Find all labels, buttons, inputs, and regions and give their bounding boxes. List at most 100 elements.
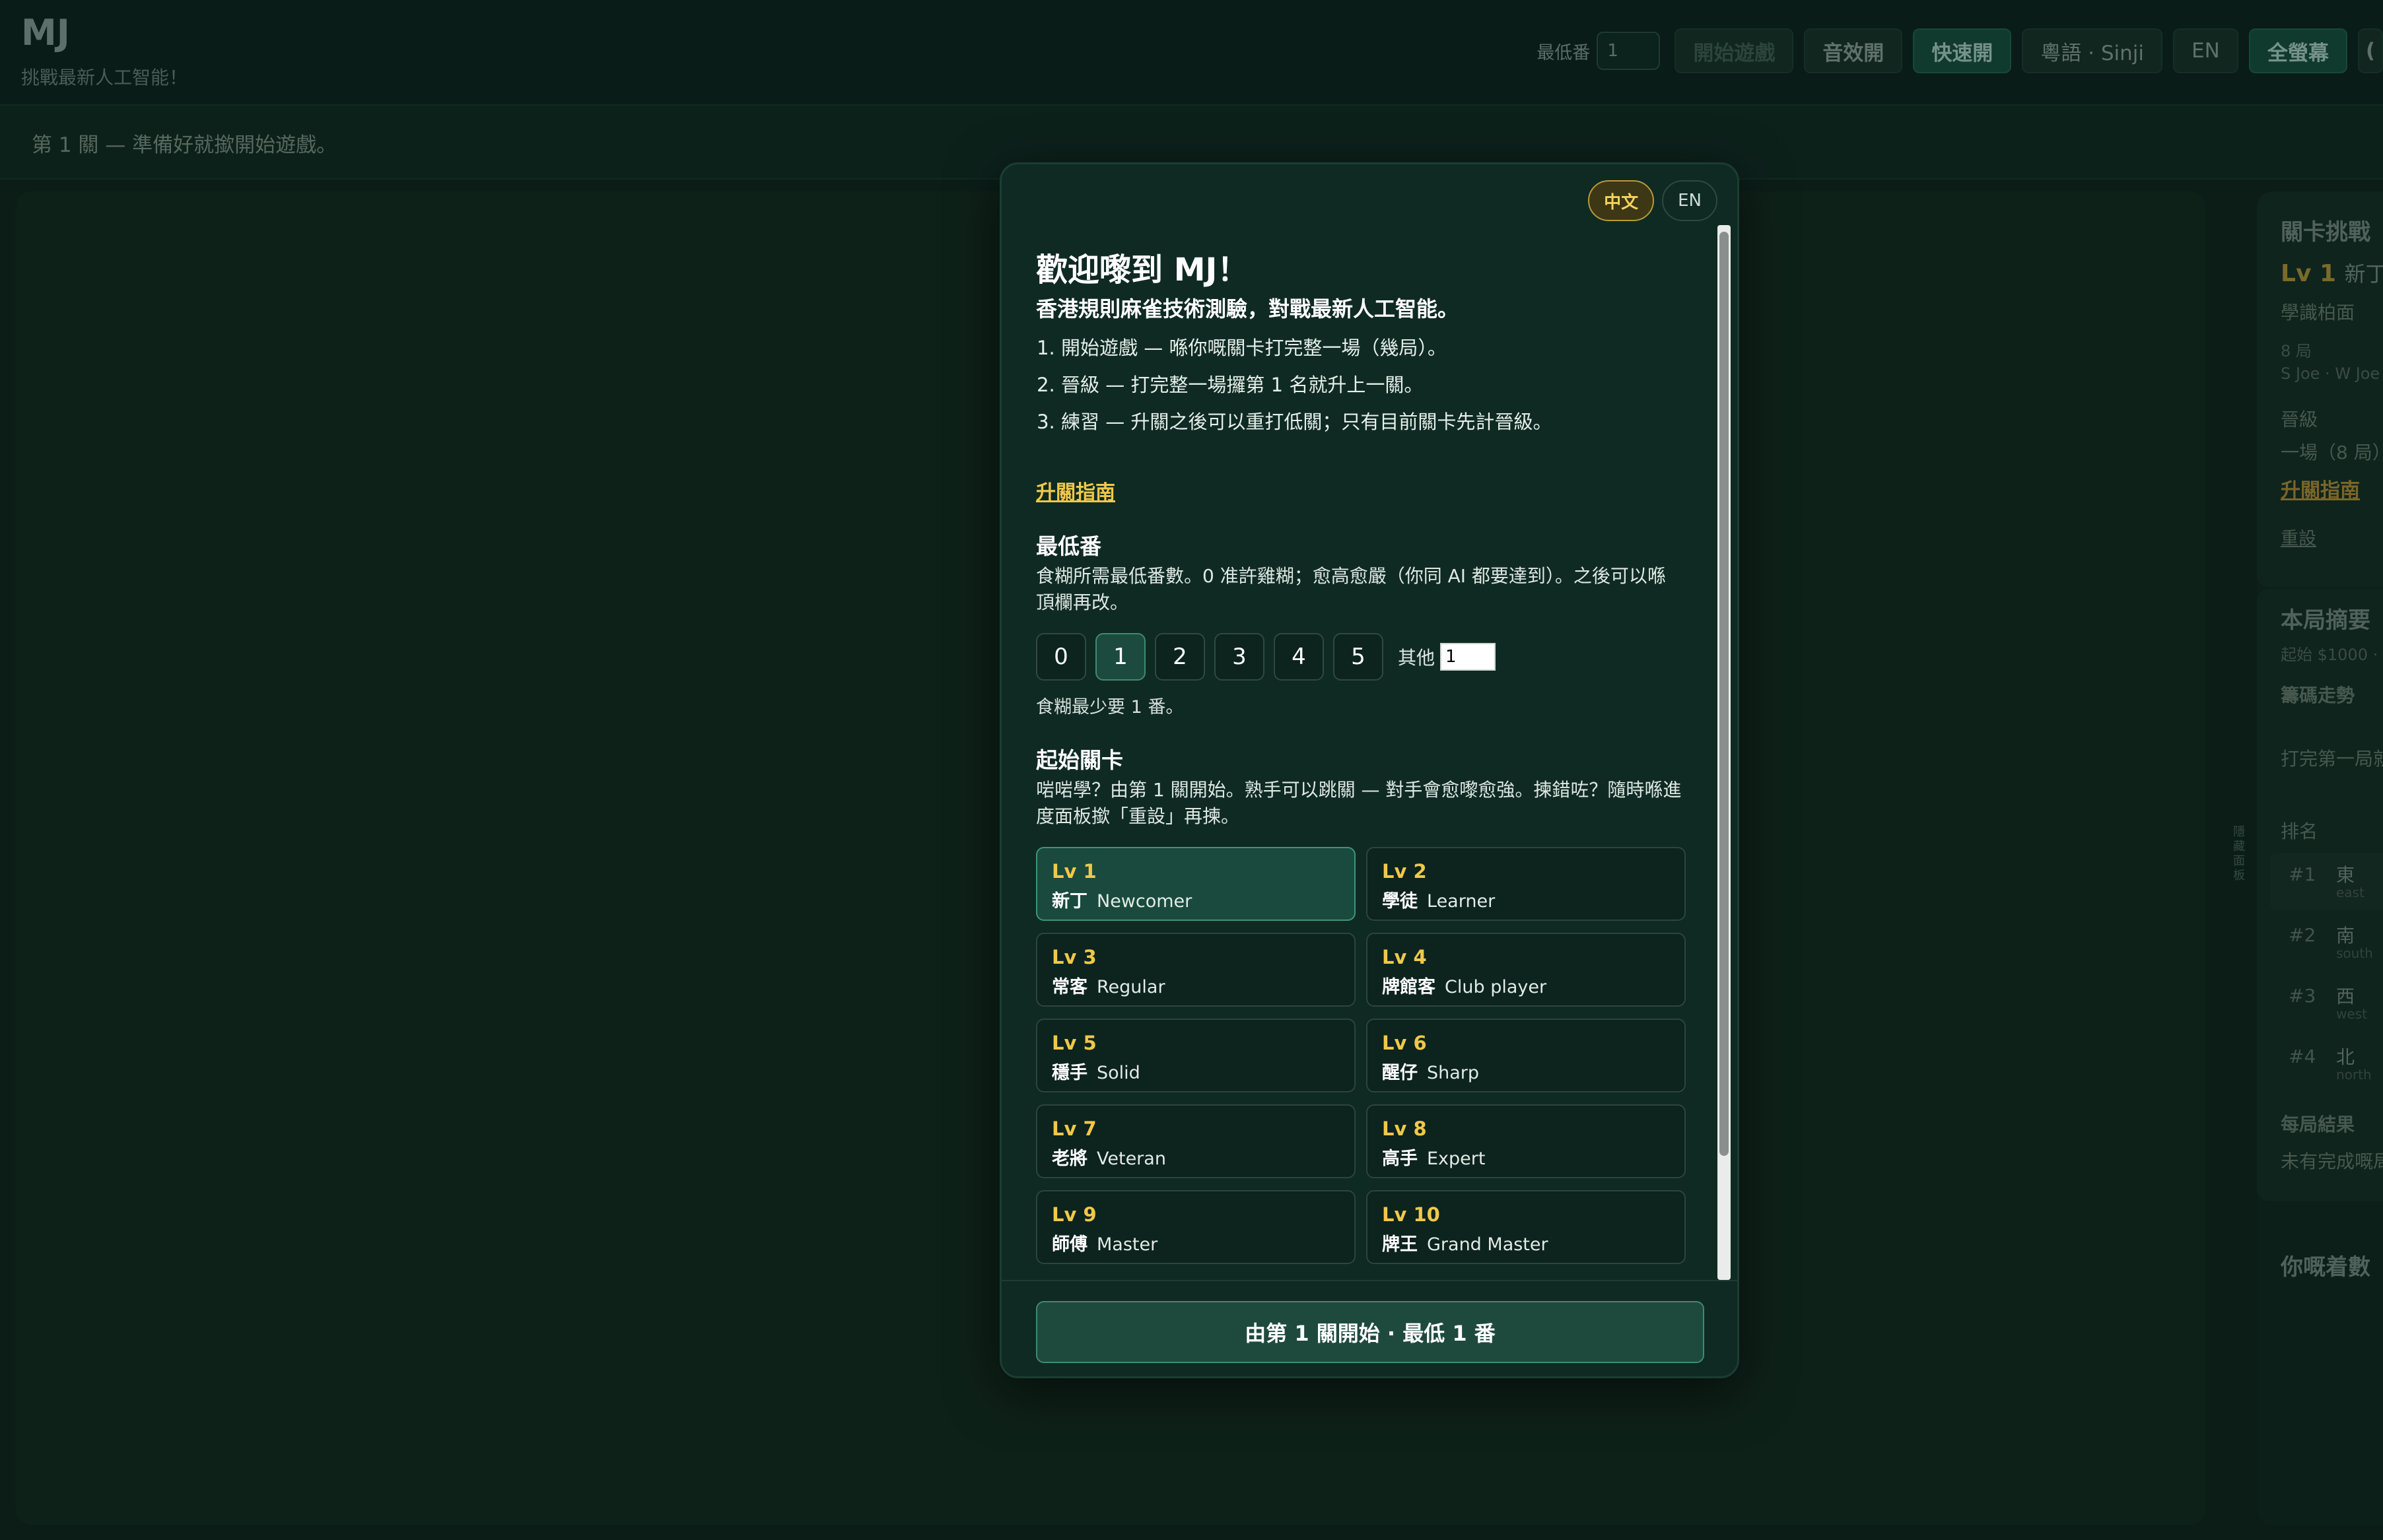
level-card-name: 牌館客 Club player (1382, 977, 1547, 997)
min-fan-options: 0 1 2 3 4 5 其他 1 (1036, 633, 1496, 681)
level-number: Lv 1 (2281, 260, 2336, 287)
summary-start: 起始 $1000 · 最 (2281, 646, 2383, 664)
level-card-number: Lv 7 (1052, 1118, 1097, 1140)
level-card-number: Lv 5 (1052, 1032, 1097, 1054)
fan-option-3[interactable]: 3 (1214, 633, 1264, 681)
fan-option-5[interactable]: 5 (1333, 633, 1383, 681)
intro-steps: 開始遊戲 — 喺你嘅關卡打完整一場（幾局）。 晉級 — 打完整一場攞第 1 名就… (1036, 329, 1552, 440)
intro-step: 練習 — 升關之後可以重打低關；只有目前關卡先計晉級。 (1061, 403, 1552, 440)
promotion-guide-link[interactable]: 升關指南 (2281, 474, 2360, 503)
intro-step: 晉級 — 打完整一場攞第 1 名就升上一關。 (1061, 366, 1552, 403)
promotion-guide-link[interactable]: 升關指南 (1036, 476, 1115, 505)
rank-number: #4 (2289, 1046, 2316, 1067)
level-card-5[interactable]: Lv 5 穩手 Solid (1036, 1019, 1356, 1092)
rank-number: #2 (2289, 924, 2316, 946)
status-text: 第 1 關 — 準備好就撳開始遊戲。 (32, 133, 337, 157)
start-level-desc: 啱啱學？由第 1 關開始。熟手可以跳關 — 對手會愈嚟愈強。揀錯咗？隨時喺進度面… (1036, 779, 1682, 827)
level-card-10[interactable]: Lv 10 牌王 Grand Master (1366, 1190, 1686, 1264)
intro-step: 開始遊戲 — 喺你嘅關卡打完整一場（幾局）。 (1061, 329, 1552, 366)
rank-seat-en: north (2336, 1067, 2372, 1083)
level-card-name: 學徒 Learner (1382, 891, 1496, 912)
rank-label: 排名 (2281, 820, 2318, 842)
fan-option-0[interactable]: 0 (1036, 633, 1086, 681)
level-card-3[interactable]: Lv 3 常客 Regular (1036, 933, 1356, 1007)
promotion-text: 一場（8 局） (2281, 442, 2383, 463)
level-card-name: 穩手 Solid (1052, 1063, 1140, 1083)
level-card-6[interactable]: Lv 6 醒仔 Sharp (1366, 1019, 1686, 1092)
chips-label: 籌碼走勢 (2281, 685, 2355, 706)
start-level-heading: 起始關卡 (1036, 747, 1123, 773)
summary-heading: 本局摘要 (2281, 607, 2370, 634)
chips-note: 打完第一局就 (2281, 748, 2383, 770)
level-card-number: Lv 3 (1052, 946, 1097, 968)
min-fan-note: 食糊最少要 1 番。 (1036, 697, 1184, 718)
app-title: MJ (21, 12, 70, 53)
modal-language-toggle: 中文 EN (1580, 180, 1717, 221)
level-card-number: Lv 2 (1382, 860, 1427, 883)
fan-other-input[interactable]: 1 (1440, 643, 1496, 671)
level-card-2[interactable]: Lv 2 學徒 Learner (1366, 847, 1686, 921)
level-card-number: Lv 8 (1382, 1118, 1427, 1140)
panel-toggle-label: 隱藏面板 (2233, 825, 2245, 883)
fullscreen-button[interactable]: 全螢幕 (2248, 28, 2347, 73)
rank-seat: 南 (2336, 925, 2355, 947)
level-heading: 關卡挑戰 (2281, 219, 2370, 246)
rank-number: #1 (2289, 863, 2316, 885)
level-card-name: 醒仔 Sharp (1382, 1063, 1480, 1083)
level-rounds: 8 局 (2281, 342, 2312, 360)
lang-en-button[interactable]: EN (1662, 180, 1717, 221)
level-card-8[interactable]: Lv 8 高手 Expert (1366, 1104, 1686, 1178)
modal-scrollbar[interactable] (1717, 225, 1731, 1280)
welcome-modal: 中文 EN 歡迎嚟到 MJ！ 香港規則麻雀技術測驗，對戰最新人工智能。 開始遊戲… (1000, 162, 1739, 1378)
level-progress-card: 關卡挑戰 Lv 1 新丁 學識柏面 8 局 S Joe · W Joe 晉級 一… (2257, 191, 2383, 587)
start-game-button[interactable]: 由第 1 關開始 · 最低 1 番 (1036, 1301, 1704, 1363)
level-card-name: 老將 Veteran (1052, 1149, 1166, 1169)
rank-seat-en: east (2336, 885, 2365, 900)
side-panel: 關卡挑戰 Lv 1 新丁 學識柏面 8 局 S Joe · W Joe 晉級 一… (2257, 191, 2383, 1525)
level-card-1[interactable]: Lv 1 新丁 Newcomer (1036, 847, 1356, 921)
results-note: 未有完成嘅局 (2281, 1151, 2383, 1172)
more-button[interactable]: ( (2357, 28, 2383, 73)
fan-option-2[interactable]: 2 (1155, 633, 1205, 681)
modal-scrollbar-thumb[interactable] (1719, 232, 1729, 1156)
level-card-7[interactable]: Lv 7 老將 Veteran (1036, 1104, 1356, 1178)
header-controls: 最低番 1 開始遊戲 音效開 快速開 粵語 · Sinji EN 全螢幕 ( (1537, 28, 2383, 74)
round-summary-card: 本局摘要 起始 $1000 · 最 籌碼走勢 打完第一局就 排名 #1 東 ea… (2257, 589, 2383, 1201)
level-card-name: 高手 Expert (1382, 1149, 1486, 1169)
rank-row: #2 南 south (2270, 914, 2383, 970)
fan-option-1[interactable]: 1 (1095, 633, 1146, 681)
modal-subtitle: 香港規則麻雀技術測驗，對戰最新人工智能。 (1036, 296, 1459, 321)
start-game-button[interactable]: 開始遊戲 (1675, 28, 1794, 73)
level-card-number: Lv 1 (1052, 860, 1097, 883)
voice-select-button[interactable]: 粵語 · Sinji (2022, 28, 2163, 73)
min-fan-heading: 最低番 (1036, 533, 1101, 559)
app-tagline: 挑戰最新人工智能！ (21, 67, 188, 88)
level-card-name: 牌王 Grand Master (1382, 1234, 1548, 1255)
level-card-number: Lv 10 (1382, 1203, 1440, 1226)
level-card-9[interactable]: Lv 9 師傅 Master (1036, 1190, 1356, 1264)
min-fan-desc: 食糊所需最低番數。0 准許雞糊；愈高愈嚴（你同 AI 都要達到）。之後可以喺頂欄… (1036, 565, 1666, 613)
min-fan-label: 最低番 (1537, 42, 1591, 63)
level-indicator: Lv 1 新丁 (2281, 257, 2383, 288)
level-card-4[interactable]: Lv 4 牌館客 Club player (1366, 933, 1686, 1007)
level-card-number: Lv 6 (1382, 1032, 1427, 1054)
modal-title: 歡迎嚟到 MJ！ (1036, 251, 1249, 288)
rank-seat: 西 (2336, 986, 2355, 1007)
level-players: S Joe · W Joe (2281, 364, 2380, 383)
language-button[interactable]: EN (2173, 28, 2238, 73)
lang-zh-button[interactable]: 中文 (1588, 180, 1655, 221)
sound-toggle-button[interactable]: 音效開 (1804, 28, 1903, 73)
modal-footer: 由第 1 關開始 · 最低 1 番 (1002, 1280, 1737, 1376)
level-name: 新丁 (2344, 261, 2383, 286)
rank-seat-en: south (2336, 945, 2373, 961)
level-card-number: Lv 9 (1052, 1203, 1097, 1226)
rank-row: #1 東 east (2270, 853, 2383, 910)
fan-option-4[interactable]: 4 (1274, 633, 1324, 681)
reset-link[interactable]: 重設 (2281, 524, 2316, 550)
min-fan-input[interactable]: 1 (1597, 32, 1661, 70)
level-card-number: Lv 4 (1382, 946, 1427, 968)
fast-mode-button[interactable]: 快速開 (1913, 28, 2012, 73)
panel-toggle-rail[interactable]: 隱藏面板 (2225, 191, 2252, 1525)
app-header: MJ 挑戰最新人工智能！ 最低番 1 開始遊戲 音效開 快速開 粵語 · Sin… (0, 0, 2383, 106)
fan-other-label: 其他 (1398, 647, 1435, 669)
